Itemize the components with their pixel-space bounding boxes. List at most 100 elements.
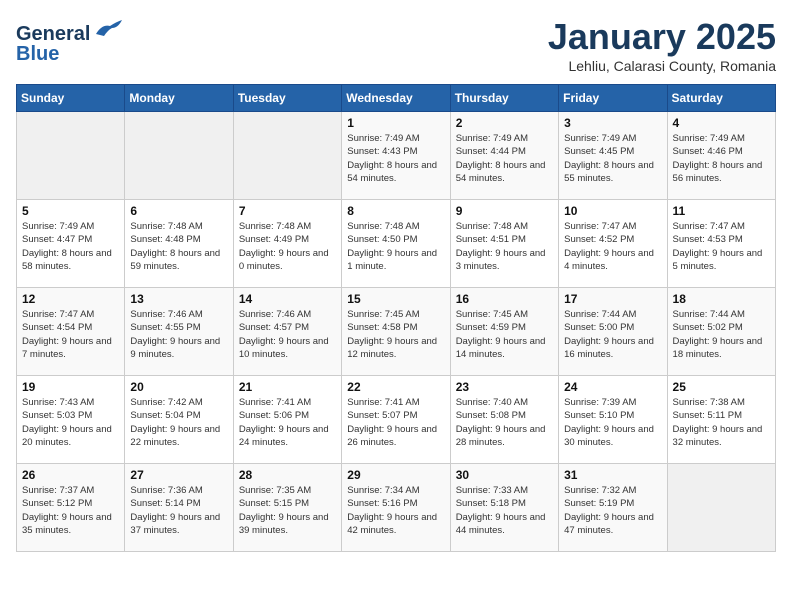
logo-text: General xyxy=(16,16,124,45)
calendar-cell: 1 Sunrise: 7:49 AM Sunset: 4:43 PM Daylig… xyxy=(342,112,450,200)
day-info: Sunrise: 7:33 AM Sunset: 5:18 PM Dayligh… xyxy=(456,484,553,537)
day-number: 1 xyxy=(347,116,444,130)
day-number: 16 xyxy=(456,292,553,306)
calendar-cell: 7 Sunrise: 7:48 AM Sunset: 4:49 PM Daylig… xyxy=(233,200,341,288)
calendar-cell xyxy=(125,112,233,200)
header: General Blue January 2025 Lehliu, Calara… xyxy=(16,16,776,74)
day-info: Sunrise: 7:48 AM Sunset: 4:50 PM Dayligh… xyxy=(347,220,444,273)
day-info: Sunrise: 7:46 AM Sunset: 4:57 PM Dayligh… xyxy=(239,308,336,361)
day-number: 14 xyxy=(239,292,336,306)
calendar-cell: 22Sunrise: 7:41 AM Sunset: 5:07 PM Dayli… xyxy=(342,376,450,464)
day-info: Sunrise: 7:37 AM Sunset: 5:12 PM Dayligh… xyxy=(22,484,119,537)
day-info: Sunrise: 7:47 AM Sunset: 4:53 PM Dayligh… xyxy=(673,220,770,273)
day-info: Sunrise: 7:32 AM Sunset: 5:19 PM Dayligh… xyxy=(564,484,661,537)
day-info: Sunrise: 7:45 AM Sunset: 4:58 PM Dayligh… xyxy=(347,308,444,361)
calendar-week-row: 26 Sunrise: 7:37 AM Sunset: 5:12 PM Dayli… xyxy=(17,464,776,552)
calendar-cell xyxy=(233,112,341,200)
calendar-cell: 26 Sunrise: 7:37 AM Sunset: 5:12 PM Dayli… xyxy=(17,464,125,552)
day-info: Sunrise: 7:42 AM Sunset: 5:04 PM Dayligh… xyxy=(130,396,227,449)
day-info: Sunrise: 7:45 AM Sunset: 4:59 PM Dayligh… xyxy=(456,308,553,361)
calendar-week-row: 12Sunrise: 7:47 AM Sunset: 4:54 PM Dayli… xyxy=(17,288,776,376)
calendar-header: SundayMondayTuesdayWednesdayThursdayFrid… xyxy=(17,85,776,112)
weekday-header-monday: Monday xyxy=(125,85,233,112)
day-number: 31 xyxy=(564,468,661,482)
calendar-cell: 24 Sunrise: 7:39 AM Sunset: 5:10 PM Dayli… xyxy=(559,376,667,464)
calendar-cell: 12Sunrise: 7:47 AM Sunset: 4:54 PM Dayli… xyxy=(17,288,125,376)
logo-bird-icon xyxy=(94,16,124,40)
calendar-cell: 15 Sunrise: 7:45 AM Sunset: 4:58 PM Dayli… xyxy=(342,288,450,376)
day-number: 7 xyxy=(239,204,336,218)
calendar-cell: 5 Sunrise: 7:49 AM Sunset: 4:47 PM Daylig… xyxy=(17,200,125,288)
logo-blue-text: Blue xyxy=(16,43,59,65)
day-number: 8 xyxy=(347,204,444,218)
weekday-header-sunday: Sunday xyxy=(17,85,125,112)
calendar-cell: 21Sunrise: 7:41 AM Sunset: 5:06 PM Dayli… xyxy=(233,376,341,464)
day-number: 11 xyxy=(673,204,770,218)
weekday-header-saturday: Saturday xyxy=(667,85,775,112)
day-info: Sunrise: 7:40 AM Sunset: 5:08 PM Dayligh… xyxy=(456,396,553,449)
calendar-cell: 19 Sunrise: 7:43 AM Sunset: 5:03 PM Dayli… xyxy=(17,376,125,464)
calendar-body: 1 Sunrise: 7:49 AM Sunset: 4:43 PM Daylig… xyxy=(17,112,776,552)
day-info: Sunrise: 7:44 AM Sunset: 5:00 PM Dayligh… xyxy=(564,308,661,361)
calendar-cell: 17Sunrise: 7:44 AM Sunset: 5:00 PM Dayli… xyxy=(559,288,667,376)
calendar-cell: 30 Sunrise: 7:33 AM Sunset: 5:18 PM Dayli… xyxy=(450,464,558,552)
day-number: 15 xyxy=(347,292,444,306)
day-info: Sunrise: 7:47 AM Sunset: 4:52 PM Dayligh… xyxy=(564,220,661,273)
calendar-table: SundayMondayTuesdayWednesdayThursdayFrid… xyxy=(16,84,776,552)
day-info: Sunrise: 7:48 AM Sunset: 4:49 PM Dayligh… xyxy=(239,220,336,273)
day-number: 9 xyxy=(456,204,553,218)
day-number: 24 xyxy=(564,380,661,394)
day-info: Sunrise: 7:49 AM Sunset: 4:43 PM Dayligh… xyxy=(347,132,444,185)
day-info: Sunrise: 7:44 AM Sunset: 5:02 PM Dayligh… xyxy=(673,308,770,361)
day-info: Sunrise: 7:49 AM Sunset: 4:46 PM Dayligh… xyxy=(673,132,770,185)
calendar-cell: 9 Sunrise: 7:48 AM Sunset: 4:51 PM Daylig… xyxy=(450,200,558,288)
logo-area: General Blue xyxy=(16,16,124,65)
calendar-cell: 23Sunrise: 7:40 AM Sunset: 5:08 PM Dayli… xyxy=(450,376,558,464)
day-info: Sunrise: 7:49 AM Sunset: 4:45 PM Dayligh… xyxy=(564,132,661,185)
day-number: 3 xyxy=(564,116,661,130)
day-info: Sunrise: 7:46 AM Sunset: 4:55 PM Dayligh… xyxy=(130,308,227,361)
day-number: 28 xyxy=(239,468,336,482)
weekday-header-row: SundayMondayTuesdayWednesdayThursdayFrid… xyxy=(17,85,776,112)
day-info: Sunrise: 7:36 AM Sunset: 5:14 PM Dayligh… xyxy=(130,484,227,537)
day-info: Sunrise: 7:43 AM Sunset: 5:03 PM Dayligh… xyxy=(22,396,119,449)
calendar-cell: 31 Sunrise: 7:32 AM Sunset: 5:19 PM Dayli… xyxy=(559,464,667,552)
calendar-cell: 14 Sunrise: 7:46 AM Sunset: 4:57 PM Dayli… xyxy=(233,288,341,376)
location-subtitle: Lehliu, Calarasi County, Romania xyxy=(548,58,776,74)
calendar-cell: 29Sunrise: 7:34 AM Sunset: 5:16 PM Dayli… xyxy=(342,464,450,552)
day-number: 27 xyxy=(130,468,227,482)
day-number: 21 xyxy=(239,380,336,394)
day-number: 19 xyxy=(22,380,119,394)
calendar-cell: 25Sunrise: 7:38 AM Sunset: 5:11 PM Dayli… xyxy=(667,376,775,464)
day-number: 22 xyxy=(347,380,444,394)
day-number: 5 xyxy=(22,204,119,218)
month-title: January 2025 xyxy=(548,16,776,58)
day-number: 20 xyxy=(130,380,227,394)
day-info: Sunrise: 7:39 AM Sunset: 5:10 PM Dayligh… xyxy=(564,396,661,449)
day-number: 26 xyxy=(22,468,119,482)
calendar-cell: 13 Sunrise: 7:46 AM Sunset: 4:55 PM Dayli… xyxy=(125,288,233,376)
day-info: Sunrise: 7:34 AM Sunset: 5:16 PM Dayligh… xyxy=(347,484,444,537)
calendar-cell: 27 Sunrise: 7:36 AM Sunset: 5:14 PM Dayli… xyxy=(125,464,233,552)
day-info: Sunrise: 7:49 AM Sunset: 4:47 PM Dayligh… xyxy=(22,220,119,273)
calendar-cell: 11 Sunrise: 7:47 AM Sunset: 4:53 PM Dayli… xyxy=(667,200,775,288)
calendar-cell: 4Sunrise: 7:49 AM Sunset: 4:46 PM Daylig… xyxy=(667,112,775,200)
calendar-cell: 18 Sunrise: 7:44 AM Sunset: 5:02 PM Dayli… xyxy=(667,288,775,376)
day-info: Sunrise: 7:38 AM Sunset: 5:11 PM Dayligh… xyxy=(673,396,770,449)
weekday-header-wednesday: Wednesday xyxy=(342,85,450,112)
title-area: January 2025 Lehliu, Calarasi County, Ro… xyxy=(548,16,776,74)
day-info: Sunrise: 7:49 AM Sunset: 4:44 PM Dayligh… xyxy=(456,132,553,185)
calendar-cell: 6Sunrise: 7:48 AM Sunset: 4:48 PM Daylig… xyxy=(125,200,233,288)
day-info: Sunrise: 7:35 AM Sunset: 5:15 PM Dayligh… xyxy=(239,484,336,537)
calendar-cell: 3 Sunrise: 7:49 AM Sunset: 4:45 PM Daylig… xyxy=(559,112,667,200)
day-number: 30 xyxy=(456,468,553,482)
day-number: 13 xyxy=(130,292,227,306)
day-info: Sunrise: 7:48 AM Sunset: 4:51 PM Dayligh… xyxy=(456,220,553,273)
calendar-cell: 10Sunrise: 7:47 AM Sunset: 4:52 PM Dayli… xyxy=(559,200,667,288)
calendar-cell: 2 Sunrise: 7:49 AM Sunset: 4:44 PM Daylig… xyxy=(450,112,558,200)
day-number: 2 xyxy=(456,116,553,130)
day-number: 12 xyxy=(22,292,119,306)
calendar-cell: 20 Sunrise: 7:42 AM Sunset: 5:04 PM Dayli… xyxy=(125,376,233,464)
calendar-week-row: 5 Sunrise: 7:49 AM Sunset: 4:47 PM Daylig… xyxy=(17,200,776,288)
day-number: 18 xyxy=(673,292,770,306)
